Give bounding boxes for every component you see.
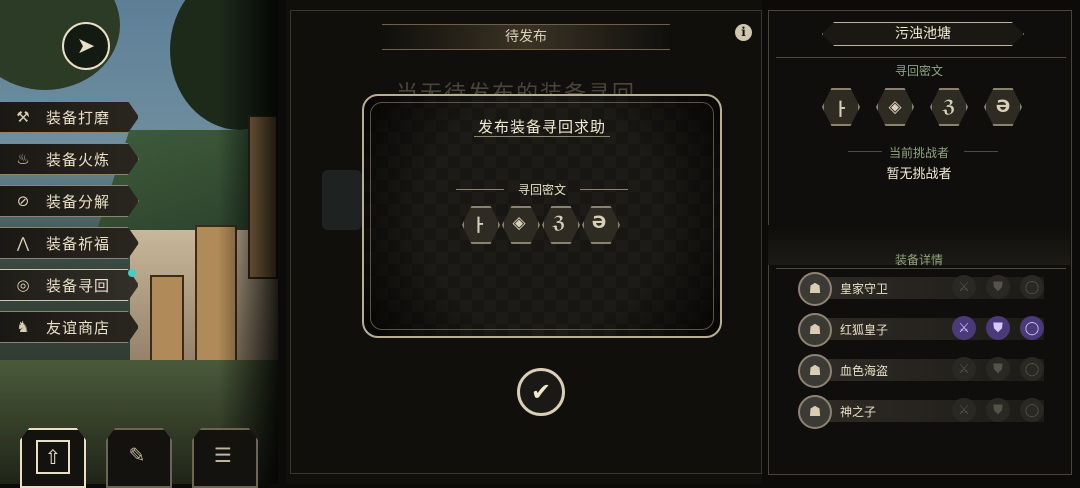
tab-list[interactable]: ☰ (192, 428, 258, 488)
tab-publish[interactable]: ⇧ (20, 428, 86, 488)
checkmark-icon: ✔ (530, 378, 552, 406)
menu-item-label: 装备祈福 (46, 234, 111, 253)
equip-name: 红狐皇子 (840, 323, 889, 337)
avatar-blood-pirate: ☗ (798, 354, 832, 388)
right-panel-footer (768, 434, 1072, 475)
rune-slot: ℨ (930, 88, 968, 126)
dialog-title-underline (474, 136, 610, 137)
info-icon[interactable]: i (735, 24, 752, 41)
notification-dot (128, 269, 136, 277)
divider (580, 189, 628, 190)
dialog-cipher-label: 寻回密文 (517, 183, 566, 197)
divider (776, 57, 1066, 58)
publish-dialog: 发布装备寻回求助 寻回密文 ㅏ ◈ ℨ Ә (362, 94, 722, 338)
equip-name: 神之子 (840, 405, 877, 419)
equip-name: 皇家守卫 (840, 282, 889, 296)
menu-item-label: 装备打磨 (46, 108, 111, 127)
rune-glyph-1: ㅏ (471, 215, 487, 236)
equip-row[interactable]: ☗ 神之子 ⚔ ⛊ ◯ (798, 395, 1044, 429)
avatar-red-fox-prince: ☗ (798, 313, 832, 347)
back-button[interactable]: ➤ (62, 22, 110, 70)
sword-icon: ⚔ (952, 316, 976, 340)
menu-item-polish[interactable]: ⚒ 装备打磨 (0, 101, 139, 133)
rune-slot[interactable]: ㅏ (462, 206, 496, 240)
confirm-button[interactable]: ✔ (517, 368, 565, 416)
challenger-label: 当前挑战者 (888, 146, 949, 160)
background-decoration (322, 170, 362, 230)
retrieve-icon: ◎ (16, 276, 30, 294)
ring-icon: ◯ (1020, 275, 1044, 299)
rune-glyph-4: Ә (995, 97, 1011, 117)
equip-name: 血色海盗 (840, 364, 889, 378)
rune-glyph-3: ℨ (552, 213, 566, 233)
menu-item-label: 装备分解 (46, 192, 111, 211)
flame-icon: ♨ (16, 150, 30, 168)
menu-item-pray[interactable]: ⋀ 装备祈福 (0, 227, 139, 259)
equip-row[interactable]: ☗ 红狐皇子 ⚔ ⛊ ◯ (798, 313, 1044, 347)
sword-icon: ⚔ (952, 398, 976, 422)
dialog-title: 发布装备寻回求助 (477, 118, 606, 136)
ring-icon: ◯ (1020, 357, 1044, 381)
menu-item-dismantle[interactable]: ⊘ 装备分解 (0, 185, 139, 217)
rune-glyph-4: Ә (591, 213, 607, 233)
sword-icon: ⚔ (952, 275, 976, 299)
rune-slot: ◈ (876, 88, 914, 126)
menu-item-label: 装备寻回 (46, 276, 111, 295)
rune-slot: Ә (984, 88, 1022, 126)
dismantle-icon: ⊘ (16, 192, 30, 210)
avatar-son-of-god: ☗ (798, 395, 832, 429)
equip-row[interactable]: ☗ 皇家守卫 ⚔ ⛊ ◯ (798, 272, 1044, 306)
hammer-icon: ⚒ (16, 108, 30, 126)
map-title: 污浊池塘 (822, 22, 1024, 46)
menu-item-friend-shop[interactable]: ♞ 友谊商店 (0, 311, 139, 343)
rune-glyph-3: ℨ (942, 97, 956, 117)
divider (776, 268, 1066, 269)
scene-shadow (218, 0, 278, 484)
upload-icon: ⇧ (36, 440, 70, 474)
back-arrow-icon: ➤ (76, 33, 96, 59)
tab-pending[interactable]: 待发布 (382, 24, 670, 50)
armor-icon: ⛊ (986, 316, 1010, 340)
armor-icon: ⛊ (986, 275, 1010, 299)
pray-icon: ⋀ (16, 234, 30, 252)
challenger-value: 暂无挑战者 (886, 167, 952, 182)
ring-icon: ◯ (1020, 316, 1044, 340)
menu-item-retrieve[interactable]: ◎ 装备寻回 (0, 269, 139, 301)
menu-item-label: 友谊商店 (46, 318, 111, 337)
rune-slot[interactable]: ◈ (502, 206, 536, 240)
tab-feather[interactable]: ✎ (106, 428, 172, 488)
armor-icon: ⛊ (986, 357, 1010, 381)
armor-icon: ⛊ (986, 398, 1010, 422)
menu-item-fire-refine[interactable]: ♨ 装备火炼 (0, 143, 139, 175)
equip-row[interactable]: ☗ 血色海盗 ⚔ ⛊ ◯ (798, 354, 1044, 388)
rune-glyph-2: ◈ (512, 213, 526, 233)
sword-icon: ⚔ (952, 357, 976, 381)
avatar-royal-guard: ☗ (798, 272, 832, 306)
rune-glyph-2: ◈ (888, 97, 902, 117)
cipher-section-label: 寻回密文 (894, 64, 943, 78)
rune-slot: ㅏ (822, 88, 860, 126)
rune-slot[interactable]: Ә (582, 206, 616, 240)
equip-section-label: 装备详情 (894, 253, 943, 267)
menu-item-label: 装备火炼 (46, 150, 111, 169)
rune-slot[interactable]: ℨ (542, 206, 576, 240)
rune-glyph-1: ㅏ (833, 99, 849, 120)
list-icon: ☰ (214, 443, 232, 467)
fox-icon: ♞ (16, 318, 30, 336)
feather-icon: ✎ (128, 443, 146, 467)
ring-icon: ◯ (1020, 398, 1044, 422)
divider (964, 151, 998, 152)
